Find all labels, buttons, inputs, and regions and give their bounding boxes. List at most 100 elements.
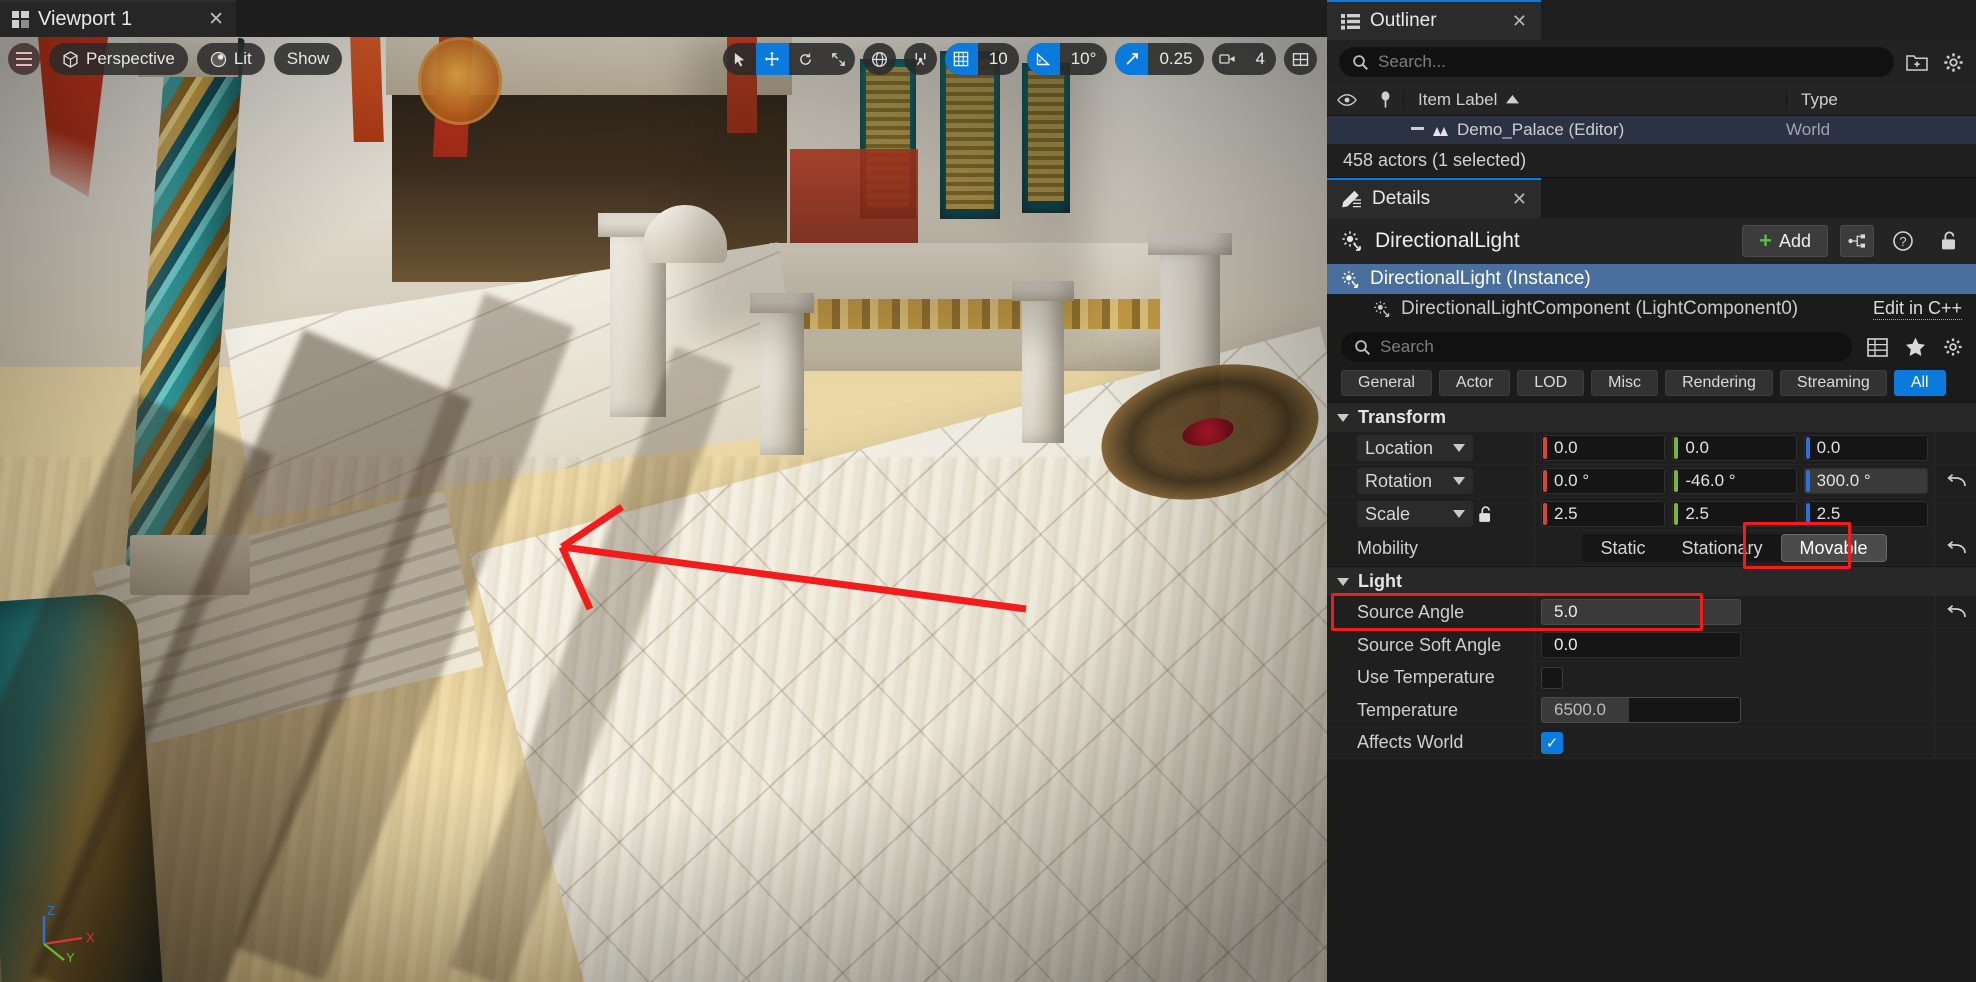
filter-chip-actor[interactable]: Actor (1438, 370, 1511, 396)
location-z-input[interactable]: 0.0 (1803, 435, 1928, 461)
pin-icon (1381, 90, 1389, 108)
level-viewport[interactable]: Perspective Lit Show 10 10° 0.25 4 X Z Y… (0, 0, 1327, 982)
camera-speed-value[interactable]: 4 (1245, 49, 1276, 69)
create-folder-icon[interactable] (1904, 49, 1930, 75)
help-button[interactable]: ? (1886, 225, 1920, 257)
visibility-column-header[interactable] (1327, 93, 1367, 107)
viewport-layout-button[interactable] (1284, 43, 1317, 75)
scale-tool-button[interactable] (822, 43, 855, 75)
location-dropdown[interactable]: Location (1357, 435, 1473, 461)
details-search-input[interactable] (1380, 337, 1839, 357)
expand-collapse-icon[interactable] (1411, 125, 1424, 135)
outliner-tab-close-icon[interactable]: ✕ (1512, 11, 1527, 32)
location-reset-slot (1934, 432, 1976, 464)
mobility-reset-button[interactable] (1934, 531, 1976, 565)
source-angle-input[interactable]: 5.0 (1541, 599, 1741, 625)
use-temperature-checkbox[interactable] (1541, 666, 1563, 689)
surface-snap-button[interactable] (904, 43, 937, 75)
pin-column-header[interactable] (1367, 90, 1403, 109)
viewport-scene-render[interactable] (0, 37, 1327, 982)
location-y-input[interactable]: 0.0 (1672, 435, 1797, 461)
move-tool-button[interactable] (755, 43, 789, 75)
select-tool-button[interactable] (723, 43, 756, 75)
outliner-search-box[interactable] (1339, 47, 1894, 77)
rotation-dropdown[interactable]: Rotation (1357, 468, 1473, 494)
property-row-location: Location 0.0 0.0 0.0 (1327, 432, 1976, 465)
filter-chip-all[interactable]: All (1893, 370, 1946, 396)
scale-snap-toggle[interactable] (1115, 43, 1149, 75)
axis-label-z: Z (47, 903, 55, 918)
blueprint-button[interactable] (1840, 225, 1874, 257)
viewport-tab[interactable]: Viewport 1 ✕ (0, 0, 236, 37)
details-tab[interactable]: Details ✕ (1327, 178, 1541, 218)
column-view-icon[interactable] (1864, 334, 1890, 360)
mobility-toggle-group[interactable]: Static Stationary Movable (1582, 534, 1887, 562)
viewport-layout-group[interactable] (1284, 43, 1317, 75)
details-component-row[interactable]: DirectionalLightComponent (LightComponen… (1327, 294, 1976, 324)
rotate-icon (799, 53, 811, 65)
mobility-option-stationary[interactable]: Stationary (1663, 534, 1780, 562)
scale-lock-toggle[interactable] (1473, 505, 1497, 524)
scale-snap-value[interactable]: 0.25 (1148, 49, 1203, 69)
filter-chip-general[interactable]: General (1341, 370, 1432, 396)
mobility-option-static[interactable]: Static (1582, 534, 1663, 562)
scale-dropdown[interactable]: Scale (1357, 501, 1473, 527)
section-header-transform[interactable]: Transform (1327, 402, 1976, 432)
search-icon (1355, 339, 1371, 355)
camera-mode-button[interactable]: Perspective (49, 43, 188, 75)
gear-icon (1943, 52, 1963, 72)
settings-gear-icon[interactable] (1940, 49, 1966, 75)
rotation-reset-button[interactable] (1934, 465, 1976, 497)
rotation-y-input[interactable]: -46.0 ° (1672, 468, 1797, 494)
filter-chip-rendering[interactable]: Rendering (1665, 370, 1773, 396)
mobility-option-movable[interactable]: Movable (1780, 534, 1887, 562)
grid-snap-toggle[interactable] (944, 43, 978, 75)
favorites-icon[interactable] (1902, 334, 1928, 360)
view-mode-button[interactable]: Lit (196, 43, 265, 75)
details-tab-close-icon[interactable]: ✕ (1512, 189, 1527, 210)
outliner-tab[interactable]: Outliner ✕ (1327, 0, 1541, 40)
camera-speed-button[interactable] (1212, 43, 1245, 75)
cube-icon (63, 50, 78, 68)
filter-chip-misc[interactable]: Misc (1591, 370, 1659, 396)
location-x-input[interactable]: 0.0 (1541, 435, 1666, 461)
rotation-z-input[interactable]: 300.0 ° (1803, 468, 1928, 494)
item-label-column-header[interactable]: Item Label (1403, 89, 1786, 110)
rotation-x-input[interactable]: 0.0 ° (1541, 468, 1666, 494)
world-space-button[interactable] (863, 43, 896, 75)
affects-world-checkbox[interactable]: ✓ (1541, 731, 1563, 754)
outliner-row-world[interactable]: Demo_Palace (Editor) World (1327, 116, 1976, 144)
scale-snap-group[interactable]: 0.25 (1115, 43, 1204, 75)
details-search-box[interactable] (1341, 332, 1852, 362)
details-selected-instance-row[interactable]: DirectionalLight (Instance) (1327, 264, 1976, 294)
angle-snap-toggle[interactable] (1026, 43, 1060, 75)
grid-snap-group[interactable]: 10 (944, 43, 1019, 75)
viewport-menu-button[interactable] (8, 43, 40, 75)
details-panel: Details ✕ DirectionalLight + Add ? Direc… (1327, 178, 1976, 982)
section-header-light[interactable]: Light (1327, 566, 1976, 596)
show-menu-button[interactable]: Show (273, 43, 343, 75)
scale-x-input[interactable]: 2.5 (1541, 501, 1666, 527)
viewport-tab-close-icon[interactable]: ✕ (208, 8, 224, 31)
filter-chip-streaming[interactable]: Streaming (1779, 370, 1887, 396)
scale-z-input[interactable]: 2.5 (1803, 501, 1928, 527)
edit-in-cpp-link[interactable]: Edit in C++ (1872, 298, 1962, 320)
lock-details-button[interactable] (1932, 225, 1966, 257)
source-angle-reset-button[interactable] (1934, 596, 1976, 628)
outliner-search-input[interactable] (1378, 52, 1881, 72)
filter-chip-lod[interactable]: LOD (1517, 370, 1585, 396)
source-soft-angle-input[interactable]: 0.0 (1541, 632, 1741, 658)
temperature-input[interactable]: 6500.0 (1541, 697, 1741, 723)
scale-y-input[interactable]: 2.5 (1672, 501, 1797, 527)
details-settings-icon[interactable] (1940, 334, 1966, 360)
rotate-tool-button[interactable] (789, 43, 822, 75)
angle-snap-group[interactable]: 10° (1026, 43, 1108, 75)
camera-speed-group[interactable]: 4 (1211, 43, 1276, 75)
type-column-header[interactable]: Type (1786, 89, 1976, 110)
viewport-tab-label: Viewport 1 (38, 8, 133, 30)
angle-snap-value[interactable]: 10° (1060, 49, 1108, 69)
rotation-label: Rotation (1365, 470, 1433, 491)
grid-snap-value[interactable]: 10 (978, 49, 1019, 69)
property-label-affects-world: Affects World (1327, 727, 1535, 758)
add-component-button[interactable]: + Add (1742, 225, 1828, 257)
